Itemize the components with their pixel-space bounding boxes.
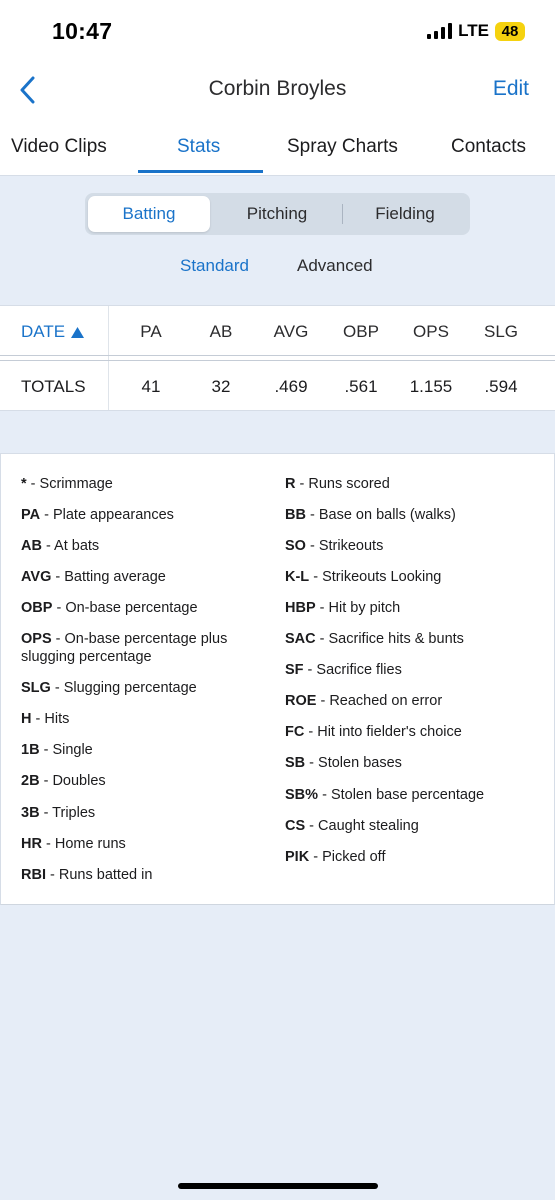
home-indicator[interactable]	[178, 1183, 378, 1189]
header-divider	[0, 355, 555, 356]
segment-batting[interactable]: Batting	[88, 196, 210, 232]
date-column-header[interactable]: DATE	[21, 322, 85, 342]
legend-item: OPS - On-base percentage plus slugging p…	[21, 631, 228, 665]
legend-item: HBP - Hit by pitch	[285, 600, 401, 616]
totals-slg: .594	[484, 377, 518, 396]
legend-item: BB - Base on balls (walks)	[285, 507, 456, 523]
legend-item: AVG - Batting average	[21, 569, 166, 585]
battery-icon: 48	[495, 21, 525, 41]
column-header-slg[interactable]: SLG	[466, 322, 536, 342]
legend-item: SB% - Stolen base percentage	[285, 787, 485, 803]
stat-type-segmented-control: Batting Pitching Fielding	[85, 193, 470, 235]
edit-button[interactable]: Edit	[493, 77, 529, 101]
subtab-standard[interactable]: Standard	[180, 256, 249, 276]
header-divider	[0, 360, 555, 361]
date-header-label: DATE	[21, 322, 66, 341]
legend-item: FC - Hit into fielder's choice	[285, 724, 462, 740]
tab-spray-charts[interactable]: Spray Charts	[287, 136, 398, 158]
tab-contacts[interactable]: Contacts	[451, 136, 526, 158]
legend-item: K-L - Strikeouts Looking	[285, 569, 442, 585]
stats-legend: * - Scrimmage PA - Plate appearances AB …	[0, 453, 555, 905]
page-title: Corbin Broyles	[208, 77, 347, 100]
segment-fielding[interactable]: Fielding	[343, 196, 467, 232]
segment-pitching[interactable]: Pitching	[213, 196, 341, 232]
legend-item: SB - Stolen bases	[285, 755, 402, 771]
totals-pa: 41	[141, 377, 161, 396]
legend-item: 1B - Single	[21, 742, 93, 758]
active-tab-indicator	[138, 170, 263, 173]
column-header-ab[interactable]: AB	[186, 322, 256, 342]
cellular-signal-icon	[427, 23, 453, 39]
legend-item: PA - Plate appearances	[21, 507, 174, 523]
legend-item: R - Runs scored	[285, 476, 390, 492]
subtab-advanced[interactable]: Advanced	[297, 256, 373, 276]
totals-ab: 32	[211, 377, 231, 396]
legend-item: OBP - On-base percentage	[21, 600, 198, 616]
network-type: LTE	[458, 21, 489, 40]
legend-item: SAC - Sacrifice hits & bunts	[285, 631, 464, 647]
status-indicators: LTE 48	[427, 21, 525, 41]
status-time: 10:47	[52, 18, 113, 44]
legend-item: AB - At bats	[21, 538, 100, 554]
legend-item: 3B - Triples	[21, 805, 96, 821]
legend-item: 2B - Doubles	[21, 773, 106, 789]
column-header-pa[interactable]: PA	[116, 322, 186, 342]
tab-bar: Video Clips Stats Spray Charts Contacts	[0, 132, 555, 176]
legend-item: HR - Home runs	[21, 836, 126, 852]
tab-bar-divider	[0, 175, 555, 176]
tab-stats[interactable]: Stats	[177, 136, 220, 158]
tab-video-clips[interactable]: Video Clips	[11, 136, 107, 158]
totals-obp: .561	[344, 377, 378, 396]
totals-row-label: TOTALS	[21, 377, 86, 396]
legend-item: RBI - Runs batted in	[21, 867, 153, 883]
table-header-row: DATE PA AB AVG OBP OPS SLG	[0, 306, 555, 356]
legend-item: CS - Caught stealing	[285, 818, 419, 834]
stats-table: DATE PA AB AVG OBP OPS SLG TOTALS 41 32 …	[0, 305, 555, 411]
legend-item: H - Hits	[21, 711, 70, 727]
column-header-ops[interactable]: OPS	[396, 322, 466, 342]
column-header-obp[interactable]: OBP	[326, 322, 396, 342]
legend-item: PIK - Picked off	[285, 849, 386, 865]
totals-ops: 1.155	[409, 377, 453, 396]
legend-item: ROE - Reached on error	[285, 693, 443, 709]
legend-item: * - Scrimmage	[21, 476, 113, 492]
legend-item: SO - Strikeouts	[285, 538, 384, 554]
legend-item: SF - Sacrifice flies	[285, 662, 402, 678]
sort-ascending-icon	[71, 326, 85, 338]
legend-item: SLG - Slugging percentage	[21, 680, 197, 696]
column-header-avg[interactable]: AVG	[256, 322, 326, 342]
totals-avg: .469	[274, 377, 308, 396]
